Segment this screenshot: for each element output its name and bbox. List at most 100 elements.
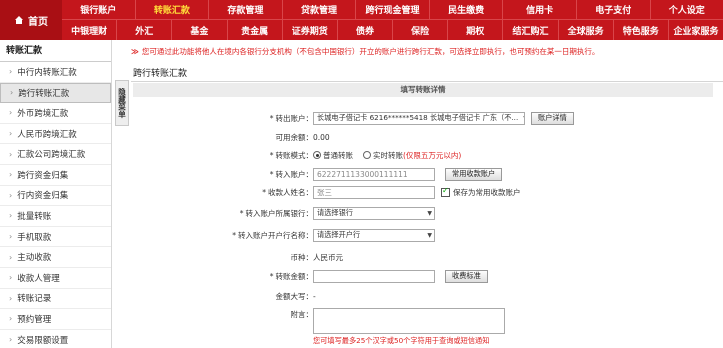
nav-item[interactable]: 电子支付 bbox=[577, 0, 651, 19]
sidebar-item[interactable]: › 收款人管理 bbox=[0, 268, 111, 289]
row-payee-name: *收款人姓名： 张三 保存为常用收款账户 bbox=[131, 184, 723, 200]
sidebar-item-label: 手机取款 bbox=[17, 232, 52, 243]
field-label: * 转账模式： bbox=[269, 150, 313, 160]
amount-input[interactable] bbox=[313, 269, 435, 283]
sidebar-item[interactable]: › 交易限额设置 bbox=[0, 330, 111, 348]
nav-item[interactable]: 基金 bbox=[172, 20, 228, 40]
nav-item[interactable]: 民生缴费 bbox=[430, 0, 504, 19]
nav-item[interactable]: 全球服务 bbox=[559, 20, 614, 40]
nav-item[interactable]: 跨行现金管理 bbox=[356, 0, 430, 19]
payee-name-input[interactable]: 张三 bbox=[313, 185, 435, 199]
sidebar-item[interactable]: › 主动收款 bbox=[0, 247, 111, 268]
field-label: * 转账金额： bbox=[269, 271, 313, 281]
sidebar-title: 转账汇款 bbox=[0, 40, 111, 62]
nav-item[interactable]: 期权 bbox=[448, 20, 504, 40]
field-label: 可用余额： bbox=[275, 132, 314, 142]
sidebar-item[interactable]: › 转账记录 bbox=[0, 289, 111, 310]
account-details-button[interactable]: 账户详情 bbox=[531, 111, 574, 125]
radio-realtime-transfer[interactable] bbox=[363, 151, 371, 159]
chevron-down-icon: ▼ bbox=[427, 231, 432, 239]
nav-item[interactable]: 存款管理 bbox=[209, 0, 283, 19]
nav-row-secondary: 中银理财 外汇 基金 贵金属 证券期货 债券 保险 期权 结汇购汇 全球服务 特… bbox=[62, 20, 723, 40]
top-navigation: 首页 银行账户 转账汇款 存款管理 贷款管理 跨行现金管理 民生缴费 信用卡 电… bbox=[0, 0, 723, 40]
sidebar-item[interactable]: › 外币跨境汇款 bbox=[0, 103, 111, 124]
nav-item[interactable]: 个人设定 bbox=[651, 0, 723, 19]
field-label: * 转出账户： bbox=[269, 113, 313, 123]
nav-item[interactable]: 证券期货 bbox=[283, 20, 338, 40]
home-button[interactable]: 首页 bbox=[0, 0, 62, 40]
sidebar-item-label: 交易限额设置 bbox=[17, 335, 69, 346]
bank-select[interactable]: 请选择银行 ▼ bbox=[313, 206, 435, 220]
chevron-right-icon: › bbox=[9, 108, 13, 118]
radio-normal-transfer[interactable] bbox=[313, 151, 321, 159]
memo-textarea[interactable] bbox=[313, 308, 505, 334]
nav-item[interactable]: 中银理财 bbox=[62, 20, 118, 40]
nav-item[interactable]: 信用卡 bbox=[503, 0, 577, 19]
nav-item[interactable]: 银行账户 bbox=[62, 0, 136, 19]
nav-item[interactable]: 外汇 bbox=[117, 20, 173, 40]
sidebar-item-label: 转账记录 bbox=[17, 294, 52, 305]
nav-item[interactable]: 贵金属 bbox=[228, 20, 283, 40]
collapse-menu-tab[interactable]: 隐藏菜单 bbox=[115, 80, 129, 126]
radio-label: 实时转账 bbox=[373, 150, 403, 160]
frequent-payee-button[interactable]: 常用收款账户 bbox=[445, 167, 503, 181]
row-amount: * 转账金额： 收费标准 bbox=[131, 268, 723, 284]
row-bank: * 转入账户所属银行： 请选择银行 ▼ bbox=[131, 205, 723, 221]
nav-item[interactable]: 结汇购汇 bbox=[503, 20, 559, 40]
sidebar-item-label: 预约管理 bbox=[17, 314, 52, 325]
chevron-right-icon: › bbox=[9, 211, 13, 221]
sidebar-item-active[interactable]: › 跨行转账汇款 bbox=[0, 82, 111, 104]
chevron-right-icon: › bbox=[9, 273, 13, 283]
home-icon bbox=[15, 16, 23, 24]
chevron-right-icon: › bbox=[10, 88, 14, 98]
nav-item-active[interactable]: 转账汇款 bbox=[136, 0, 210, 19]
to-account-input[interactable]: 6222711133000111111 bbox=[313, 167, 435, 181]
sidebar-item-label: 人民币跨境汇款 bbox=[17, 129, 77, 140]
row-to-account: * 转入账户： 6222711133000111111 常用收款账户 bbox=[131, 166, 723, 182]
sidebar-item[interactable]: › 中行内转账汇款 bbox=[0, 62, 111, 83]
nav-item[interactable]: 特色服务 bbox=[614, 20, 669, 40]
nav-item[interactable]: 保险 bbox=[393, 20, 449, 40]
main-content: ≫ 您可通过此功能将他人在境内各银行分支机构（不包含中国银行）开立的账户进行跨行汇… bbox=[131, 40, 723, 348]
nav-item[interactable]: 债券 bbox=[338, 20, 394, 40]
sidebar-item-label: 跨行资金归集 bbox=[17, 170, 69, 181]
nav-row-primary: 银行账户 转账汇款 存款管理 贷款管理 跨行现金管理 民生缴费 信用卡 电子支付… bbox=[62, 0, 723, 20]
row-balance: 可用余额： 0.00 bbox=[131, 129, 723, 145]
sidebar-item-label: 中行内转账汇款 bbox=[17, 67, 77, 78]
sidebar-item[interactable]: › 跨行资金归集 bbox=[0, 165, 111, 186]
nav-item[interactable]: 贷款管理 bbox=[283, 0, 357, 19]
home-label: 首页 bbox=[28, 16, 48, 28]
fee-standard-button[interactable]: 收费标准 bbox=[445, 269, 488, 283]
notice-text: 您可通过此功能将他人在境内各银行分支机构（不包含中国银行）开立的账户进行跨行汇款… bbox=[141, 47, 600, 56]
row-amount-caps: 金额大写： - bbox=[131, 288, 723, 304]
sidebar-item-label: 收款人管理 bbox=[17, 273, 60, 284]
row-currency: 币种： 人民币元 bbox=[131, 249, 723, 265]
sidebar-item[interactable]: › 人民币跨境汇款 bbox=[0, 124, 111, 145]
sidebar-item[interactable]: › 行内资金归集 bbox=[0, 186, 111, 207]
sidebar-item-label: 跨行转账汇款 bbox=[18, 88, 70, 99]
field-label: * 转入账户： bbox=[269, 169, 313, 179]
sidebar-item-label: 行内资金归集 bbox=[17, 191, 69, 202]
chevron-right-icon: › bbox=[9, 129, 13, 139]
branch-select[interactable]: 请选择开户行 ▼ bbox=[313, 228, 435, 242]
chevron-right-icon: › bbox=[9, 293, 13, 303]
chevron-right-icon: › bbox=[9, 190, 13, 200]
nav-item[interactable]: 企业家服务 bbox=[669, 20, 723, 40]
row-from-account: * 转出账户： 长城电子借记卡 6216******5418 长城电子借记卡 广东… bbox=[131, 110, 723, 126]
field-label: * 转入账户开户行名称： bbox=[232, 230, 313, 240]
realtime-limit-note: (仅限五万元以内) bbox=[403, 150, 462, 160]
chevron-right-icon: › bbox=[9, 67, 13, 77]
form-header: 填写转账详情 bbox=[133, 83, 713, 97]
save-payee-checkbox[interactable] bbox=[441, 186, 450, 197]
sidebar-item[interactable]: › 汇款公司跨境汇款 bbox=[0, 144, 111, 165]
sidebar-item[interactable]: › 批量转账 bbox=[0, 206, 111, 227]
chevron-right-icon: › bbox=[9, 252, 13, 262]
row-memo: 附言： bbox=[131, 306, 723, 334]
amount-caps-value: - bbox=[313, 291, 316, 301]
row-branch: * 转入账户开户行名称： 请选择开户行 ▼ bbox=[131, 227, 723, 243]
sidebar-item[interactable]: › 手机取款 bbox=[0, 227, 111, 248]
sidebar-item[interactable]: › 预约管理 bbox=[0, 309, 111, 330]
chevron-right-icon: › bbox=[9, 335, 13, 345]
field-label: * 收款人姓名： bbox=[262, 187, 313, 197]
from-account-select[interactable]: 长城电子借记卡 6216******5418 长城电子借记卡 广东（不...▼ bbox=[313, 111, 525, 125]
